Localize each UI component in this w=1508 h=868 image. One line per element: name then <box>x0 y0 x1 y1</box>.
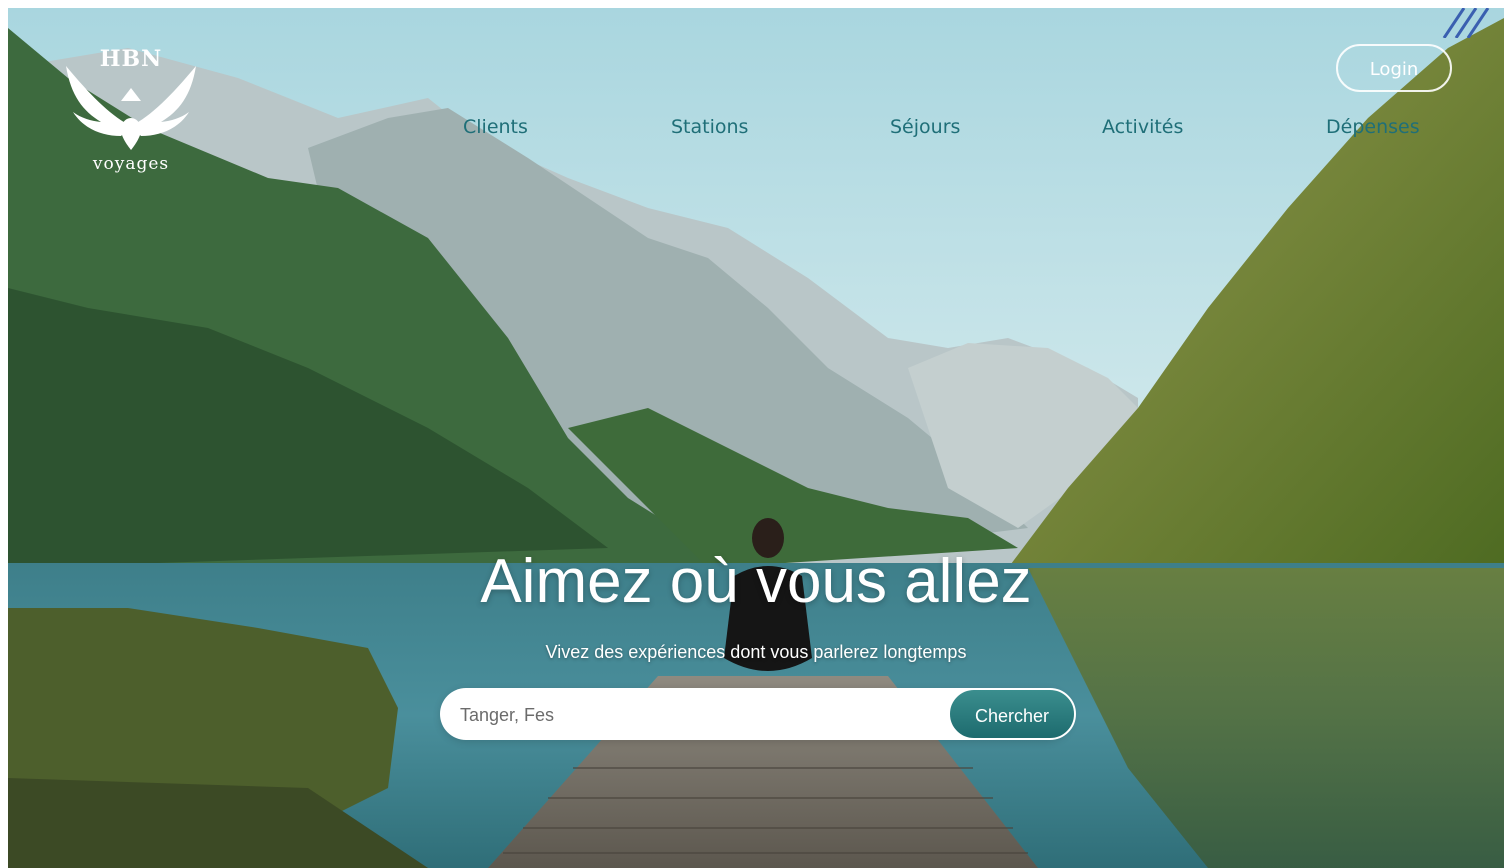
nav-link-stations[interactable]: Stations <box>671 116 748 138</box>
winged-emblem-icon <box>66 66 196 150</box>
brand-logo[interactable]: HBN voyages <box>56 42 206 192</box>
hero-section: HBN voyages Clients Stations Séjours Act… <box>8 8 1504 868</box>
nav-link-sejours[interactable]: Séjours <box>890 116 960 138</box>
corner-decoration <box>1442 8 1490 38</box>
search-button[interactable]: Chercher <box>948 688 1076 740</box>
hero-subtitle: Vivez des expériences dont vous parlerez… <box>545 642 967 662</box>
brand-subtitle: voyages <box>92 154 170 174</box>
login-button[interactable]: Login <box>1336 44 1452 92</box>
nav-link-activites[interactable]: Activités <box>1102 116 1183 138</box>
nav-link-depenses[interactable]: Dépenses <box>1326 116 1420 138</box>
nav-link-clients[interactable]: Clients <box>463 116 528 138</box>
hero-headline: Aimez où vous allez <box>480 547 1032 616</box>
search-bar: Chercher <box>440 688 1076 742</box>
destination-search-input[interactable] <box>458 688 932 742</box>
